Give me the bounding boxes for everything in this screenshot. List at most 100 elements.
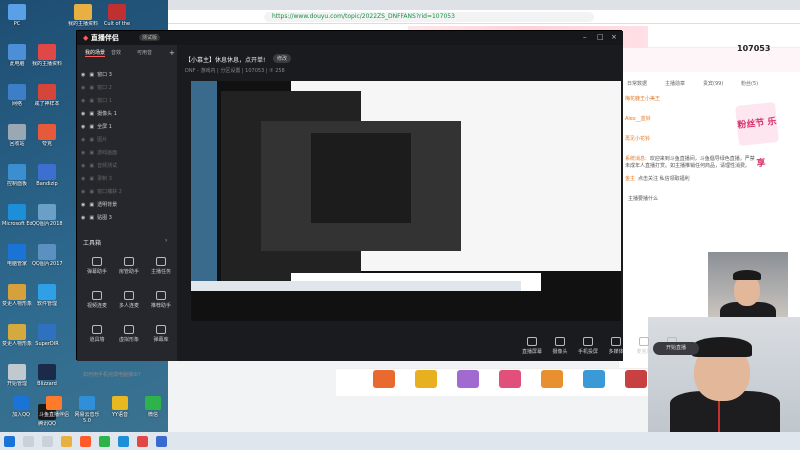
stream-preview[interactable] [191, 81, 621, 321]
close-icon[interactable]: × [611, 33, 617, 41]
control-button[interactable]: 摄像头 [545, 337, 575, 355]
task-view-icon[interactable] [42, 435, 53, 447]
chat-tab[interactable]: 主播勋章 [665, 80, 685, 87]
tool-button[interactable]: 弹幕库 [147, 325, 175, 343]
game-tile[interactable] [499, 370, 521, 388]
eye-icon[interactable]: ◉ [81, 124, 85, 130]
source-row[interactable]: ◉ ▣ 音频测试 [81, 162, 171, 171]
desktop-icon[interactable]: 变更人物形象 [2, 284, 32, 307]
control-button[interactable]: 手机投屏 [573, 337, 603, 355]
minimize-icon[interactable]: – [583, 33, 587, 41]
edit-title-button[interactable]: 修改 [273, 54, 292, 63]
tool-button[interactable]: 房管助手 [115, 257, 143, 275]
source-row[interactable]: ◉ ▣ 录制 3 [81, 175, 171, 184]
desktop-icon[interactable]: 我的主播资料 [68, 4, 98, 27]
scene-tab[interactable]: 我的场景 [85, 49, 106, 57]
eye-icon[interactable]: ◉ [81, 150, 85, 156]
desktop-icon[interactable]: Blizzard [32, 364, 62, 387]
desktop-icon[interactable]: 此电脑 [2, 44, 32, 67]
desktop-icon[interactable]: SuperDIR [32, 324, 62, 347]
desktop-icon[interactable]: PC [2, 4, 32, 27]
desktop-icon[interactable]: QQ图片20180531 [32, 204, 62, 227]
desktop-icon[interactable]: 控制面板 [2, 164, 32, 187]
file-explorer-icon[interactable] [61, 435, 72, 447]
tool-button[interactable]: 弹幕助手 [83, 257, 111, 275]
eye-icon[interactable]: ◉ [81, 215, 85, 221]
desktop-icon[interactable]: 网络 [2, 84, 32, 107]
source-row[interactable]: ◉ ▣ 窗口捕获 2 [81, 188, 171, 197]
desktop-icon[interactable]: QQ图片20170505 [32, 244, 62, 267]
chat-tab[interactable]: 日常数据 [627, 80, 647, 87]
source-row[interactable]: ◉ ▣ 图片 [81, 136, 171, 145]
game-tile[interactable] [625, 370, 647, 388]
desktop-icon[interactable]: 回收站 [2, 124, 32, 147]
chat-tab[interactable]: 粉丝(5) [741, 80, 758, 87]
desktop-icon[interactable]: Bandizip [32, 164, 62, 187]
eye-icon[interactable]: ◉ [81, 72, 85, 78]
eye-icon[interactable]: ◉ [81, 85, 85, 91]
chat-tab[interactable]: 贵宾(99) [703, 80, 723, 87]
eye-icon[interactable]: ◉ [81, 98, 85, 104]
desktop-icon[interactable]: Microsoft Edge [2, 204, 32, 227]
tool-button[interactable]: 主播任务 [147, 257, 175, 275]
mobile-hint-link[interactable]: 如何用手机完成电脑播出? [83, 371, 141, 378]
control-button[interactable]: 多媒体 [601, 337, 631, 355]
desktop-icon[interactable]: 电脑管家 [2, 244, 32, 267]
eye-icon[interactable]: ◉ [81, 176, 85, 182]
scene-tab[interactable]: 可用音 [137, 49, 152, 56]
game-tile[interactable] [373, 370, 395, 388]
toolbox-expand-icon[interactable]: › [165, 237, 167, 244]
desktop-icon[interactable]: 我的主播资料 [32, 44, 62, 67]
shortcut-icon[interactable]: 网易云音乐 5.0 [70, 396, 104, 424]
edge-icon[interactable] [118, 435, 129, 447]
live-companion-icon[interactable] [80, 435, 91, 447]
shortcut-icon[interactable]: 斗鱼直播伴侣 [37, 396, 71, 418]
eye-icon[interactable]: ◉ [81, 189, 85, 195]
tool-button[interactable]: 多人连麦 [115, 291, 143, 309]
desktop-icon[interactable]: 软件管理 [32, 284, 62, 307]
tool-button[interactable]: 虚拟形象 [115, 325, 143, 343]
fan-festival-badge[interactable]: 粉丝节 乐享 [735, 102, 779, 169]
source-row[interactable]: ◉ ▣ 贴图 3 [81, 214, 171, 223]
maximize-icon[interactable]: □ [597, 33, 604, 41]
desktop-icon[interactable]: 变更人物形象 [2, 324, 32, 347]
source-row[interactable]: ◉ ▣ 摄像头 1 [81, 110, 171, 119]
shortcut-icon[interactable]: YY语音 [103, 396, 137, 418]
tool-button[interactable]: 推荐助手 [147, 291, 175, 309]
source-row[interactable]: ◉ ▣ 游戏画面 [81, 149, 171, 158]
search-icon[interactable] [23, 435, 34, 447]
app-titlebar[interactable]: ◆ 直播伴侣 测试版 – □ × [77, 31, 623, 45]
eye-icon[interactable]: ◉ [81, 111, 85, 117]
source-row[interactable]: ◉ ▣ 全屏 1 [81, 123, 171, 132]
tool-button[interactable]: 道具墙 [83, 325, 111, 343]
eye-icon[interactable]: ◉ [81, 163, 85, 169]
eye-icon[interactable]: ◉ [81, 202, 85, 208]
app-icon[interactable] [156, 435, 167, 447]
game-tile[interactable] [457, 370, 479, 388]
source-row[interactable]: ◉ ▣ 窗口 3 [81, 71, 171, 80]
source-row[interactable]: ◉ ▣ 窗口 1 [81, 97, 171, 106]
control-button[interactable]: 直播屏幕 [517, 337, 547, 355]
app-icon [38, 44, 56, 60]
desktop-icon[interactable]: 夸克 [32, 124, 62, 147]
desktop-icon[interactable]: 开始管理 [2, 364, 32, 387]
start-icon[interactable] [4, 435, 15, 447]
tool-button[interactable]: 视频连麦 [83, 291, 111, 309]
browser-tab-strip[interactable] [168, 0, 800, 10]
wechat-icon[interactable] [99, 435, 110, 447]
start-live-button[interactable]: 开始直播 [653, 342, 699, 355]
game-tile[interactable] [541, 370, 563, 388]
desktop-icon[interactable]: Cult of the [102, 4, 132, 27]
add-scene-icon[interactable]: + [169, 49, 175, 57]
shortcut-icon[interactable]: 加入QQ [4, 396, 38, 418]
eye-icon[interactable]: ◉ [81, 137, 85, 143]
source-row[interactable]: ◉ ▣ 透明背景 [81, 201, 171, 210]
game-tile[interactable] [415, 370, 437, 388]
source-row[interactable]: ◉ ▣ 窗口 2 [81, 84, 171, 93]
app-icon[interactable] [137, 435, 148, 447]
scene-tab[interactable]: 音效 [111, 49, 121, 56]
game-tile[interactable] [583, 370, 605, 388]
desktop-icon[interactable]: 咸了神样本 [32, 84, 62, 107]
url-field[interactable]: https://www.douyu.com/topic/2022ZS_DNFFA… [264, 11, 594, 22]
shortcut-icon[interactable]: 微信 [136, 396, 170, 418]
